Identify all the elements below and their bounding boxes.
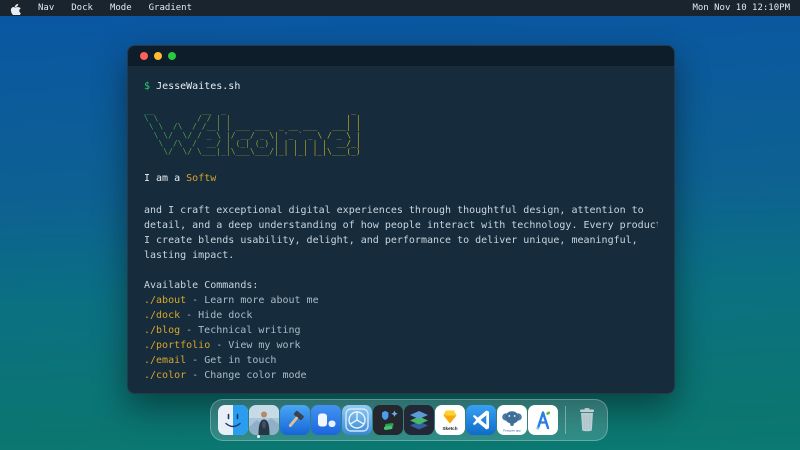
dock: Sketch Postgres.app: [210, 399, 608, 441]
menu-item-gradient[interactable]: Gradient: [149, 3, 192, 13]
command-about-desc: - Learn more about me: [192, 295, 318, 306]
dock-item-xcode[interactable]: [280, 405, 310, 435]
finder-icon: [218, 405, 248, 435]
dock-item-testflight[interactable]: [342, 405, 372, 435]
command-blog-desc: - Technical writing: [186, 325, 300, 336]
command-about: ./about - Learn more about me: [144, 293, 658, 308]
command-blog: ./blog - Technical writing: [144, 323, 658, 338]
trash-icon: [574, 405, 600, 435]
intro-typing-line: I am a Softw: [144, 171, 658, 186]
window-manager-icon: [311, 405, 341, 435]
intro-typed-text: Softw: [186, 173, 216, 184]
window-titlebar[interactable]: [128, 46, 674, 66]
ascii-welcome-banner: __ __ _ _ \ \ / / | | | | \ \ /\ / /__| …: [144, 107, 361, 156]
intro-prefix: I am a: [144, 173, 186, 184]
dock-item-vscode[interactable]: [466, 405, 496, 435]
command-about-link[interactable]: ./about: [144, 295, 186, 306]
zoom-button[interactable]: [168, 52, 176, 60]
developer-a-icon: [528, 405, 558, 435]
command-dock-link[interactable]: ./dock: [144, 310, 180, 321]
terminal-window: $ JesseWaites.sh __ __ _ _ \ \ / / | | |…: [127, 45, 675, 394]
postgres-elephant-icon: Postgres.app: [497, 405, 527, 435]
dock-item-design-assets[interactable]: [373, 405, 403, 435]
command-color-link[interactable]: ./color: [144, 370, 186, 381]
sketch-icon: Sketch: [435, 405, 465, 435]
postgres-label: Postgres.app: [503, 428, 521, 432]
menu-item-nav[interactable]: Nav: [38, 3, 54, 13]
testflight-propeller-icon: [342, 405, 372, 435]
dock-item-layers[interactable]: [404, 405, 434, 435]
desktop-background: Nav Dock Mode Gradient Mon Nov 10 12:10P…: [0, 0, 800, 450]
command-email-desc: - Get in touch: [192, 355, 276, 366]
script-name: JesseWaites.sh: [156, 81, 240, 92]
dock-item-window-manager[interactable]: [311, 405, 341, 435]
bio-paragraph: and I craft exceptional digital experien…: [144, 203, 658, 263]
command-color: ./color - Change color mode: [144, 368, 658, 383]
command-dock: ./dock - Hide dock: [144, 308, 658, 323]
close-button[interactable]: [140, 52, 148, 60]
commands-block: Available Commands: ./about - Learn more …: [144, 278, 658, 383]
command-blog-link[interactable]: ./blog: [144, 325, 180, 336]
command-portfolio: ./portfolio - View my work: [144, 338, 658, 353]
layers-stack-icon: [404, 405, 434, 435]
design-assets-icon: [373, 405, 403, 435]
menu-item-mode[interactable]: Mode: [110, 3, 132, 13]
terminal-content: $ JesseWaites.sh __ __ _ _ \ \ / / | | |…: [128, 66, 674, 394]
dock-divider: [565, 406, 566, 434]
command-portfolio-desc: - View my work: [216, 340, 300, 351]
dock-item-developer[interactable]: [528, 405, 558, 435]
command-color-desc: - Change color mode: [192, 370, 306, 381]
command-email-link[interactable]: ./email: [144, 355, 186, 366]
dock-item-trash[interactable]: [574, 405, 600, 435]
command-dock-desc: - Hide dock: [186, 310, 252, 321]
prompt-line: $ JesseWaites.sh: [144, 79, 658, 94]
commands-header: Available Commands:: [144, 278, 658, 293]
running-app-indicator: [257, 435, 260, 438]
menubar-clock[interactable]: Mon Nov 10 12:10PM: [692, 3, 790, 13]
menu-item-dock[interactable]: Dock: [71, 3, 93, 13]
ascii-banner-wrap: __ __ _ _ \ \ / / | | | | \ \ /\ / /__| …: [144, 107, 658, 159]
command-email: ./email - Get in touch: [144, 353, 658, 368]
dock-item-profile-photo[interactable]: [249, 405, 279, 435]
apple-logo-icon[interactable]: [10, 2, 21, 15]
dock-item-sketch[interactable]: Sketch: [435, 405, 465, 435]
sketch-label: Sketch: [442, 426, 457, 431]
vscode-icon: [466, 405, 496, 435]
dock-item-postgres[interactable]: Postgres.app: [497, 405, 527, 435]
xcode-hammer-icon: [280, 405, 310, 435]
command-portfolio-link[interactable]: ./portfolio: [144, 340, 210, 351]
profile-photo-icon: [249, 405, 279, 435]
dock-item-finder[interactable]: [218, 405, 248, 435]
menu-bar: Nav Dock Mode Gradient Mon Nov 10 12:10P…: [0, 0, 800, 16]
minimize-button[interactable]: [154, 52, 162, 60]
